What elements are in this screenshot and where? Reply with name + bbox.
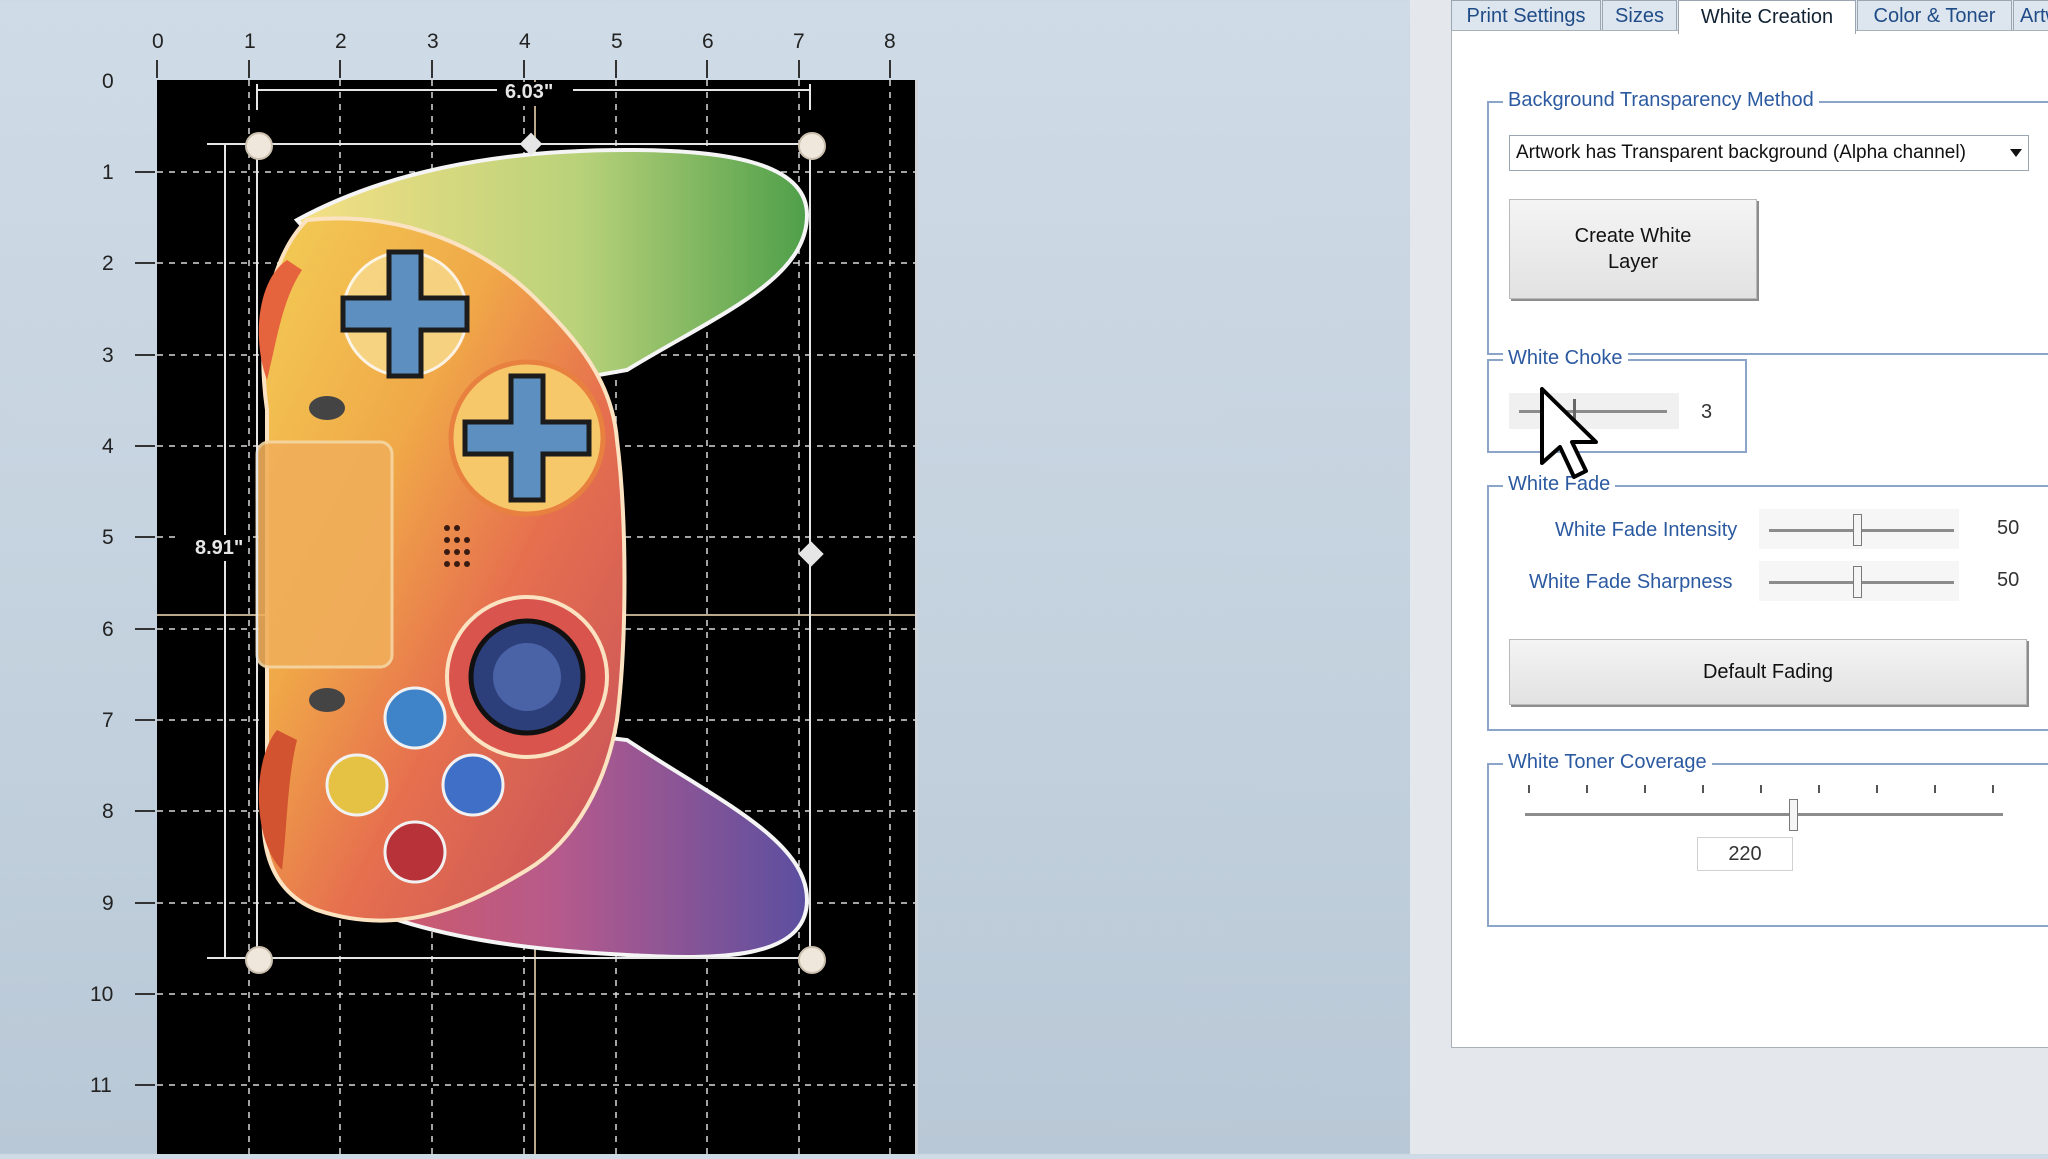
background-transparency-group: Background Transparency Method Artwork h… — [1487, 89, 2048, 355]
create-white-layer-label: Create White Layer — [1574, 225, 1692, 273]
tab-content-white-creation: Background Transparency Method Artwork h… — [1451, 30, 2048, 1048]
white-toner-coverage-slider[interactable] — [1519, 793, 2011, 837]
white-fade-sharpness-slider[interactable] — [1759, 561, 1959, 601]
resize-handle-bottom-right[interactable] — [798, 946, 826, 974]
group-title: White Toner Coverage — [1503, 751, 1712, 774]
tab-sizes[interactable]: Sizes — [1602, 0, 1677, 31]
tab-print-settings[interactable]: Print Settings — [1451, 0, 1601, 31]
white-choke-value: 3 — [1701, 401, 1713, 423]
chevron-down-icon — [2010, 149, 2022, 157]
group-title: White Choke — [1503, 347, 1628, 370]
group-title: Background Transparency Method — [1503, 89, 1819, 112]
white-fade-intensity-value: 50 — [1997, 517, 2020, 539]
slider-track — [1525, 813, 2003, 816]
white-fade-intensity-label: White Fade Intensity — [1555, 519, 1738, 541]
settings-panel: Print Settings Sizes White Creation Colo… — [1410, 0, 2048, 1154]
transparency-method-value: Artwork has Transparent background (Alph… — [1516, 142, 1966, 163]
resize-handle-bottom-left[interactable] — [245, 946, 273, 974]
slider-thumb[interactable] — [1789, 799, 1798, 831]
slider-thumb[interactable] — [1853, 566, 1862, 598]
resize-handle-top-right[interactable] — [798, 132, 826, 160]
white-fade-group: White Fade White Fade Intensity 50 White… — [1487, 473, 2048, 731]
transparency-method-select[interactable]: Artwork has Transparent background (Alph… — [1509, 135, 2029, 171]
slider-thumb[interactable] — [1853, 514, 1862, 546]
mouse-pointer-icon — [1540, 387, 1598, 479]
white-toner-coverage-value-box[interactable]: 220 — [1697, 837, 1793, 871]
height-dimension-label: 8.91" — [195, 537, 244, 559]
white-choke-group: White Choke 3 — [1487, 347, 1747, 453]
white-toner-coverage-value: 220 — [1728, 842, 1762, 865]
resize-handle-top-left[interactable] — [245, 132, 273, 160]
print-stage[interactable]: 6.03" 8.91" — [157, 80, 918, 1154]
create-white-layer-button[interactable]: Create White Layer — [1509, 199, 1757, 299]
white-fade-sharpness-value: 50 — [1997, 569, 2020, 591]
tab-artwork[interactable]: Artwork — [2013, 0, 2048, 31]
white-fade-sharpness-label: White Fade Sharpness — [1529, 571, 1733, 593]
tab-color-toner[interactable]: Color & Toner — [1857, 0, 2012, 31]
white-toner-coverage-group: White Toner Coverage 220 — [1487, 751, 2048, 927]
canvas-area: 0 1 2 3 4 5 6 7 8 0 1 2 3 4 5 6 7 8 9 10… — [0, 0, 1410, 1154]
width-dimension-label: 6.03" — [505, 81, 554, 103]
selection-box — [177, 82, 811, 959]
white-fade-intensity-slider[interactable] — [1759, 509, 1959, 549]
default-fading-button[interactable]: Default Fading — [1509, 639, 2027, 705]
tab-white-creation[interactable]: White Creation — [1678, 0, 1856, 34]
